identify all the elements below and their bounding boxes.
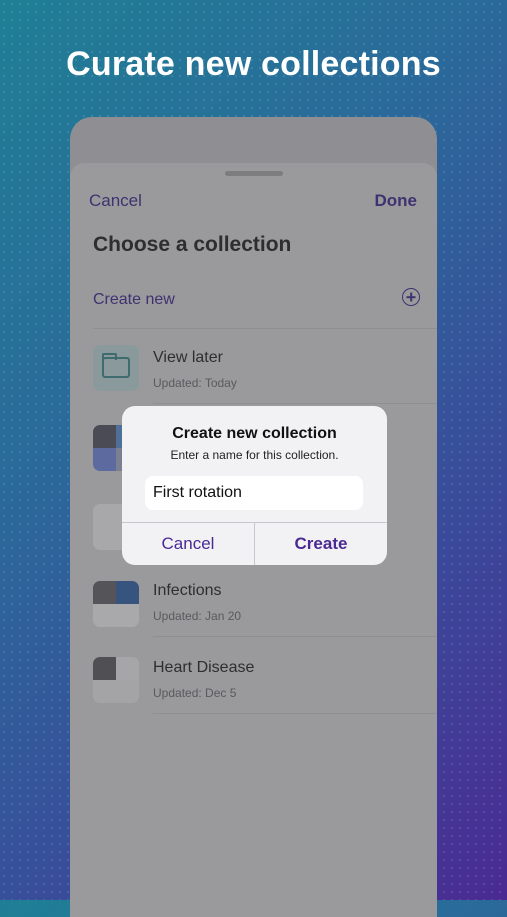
folder-icon xyxy=(102,353,130,378)
divider xyxy=(93,328,437,329)
create-new-button[interactable]: Create new xyxy=(93,291,175,309)
collection-updated: Updated: Dec 5 xyxy=(153,686,237,700)
dialog-cancel-button[interactable]: Cancel xyxy=(122,523,254,565)
sheet-title: Choose a collection xyxy=(93,233,292,256)
sheet-cancel-button[interactable]: Cancel xyxy=(89,191,142,211)
create-collection-dialog: Create new collection Enter a name for t… xyxy=(122,406,387,565)
collection-name[interactable]: View later xyxy=(153,349,223,367)
collection-thumbnail[interactable] xyxy=(93,657,139,703)
collection-updated: Updated: Today xyxy=(153,376,237,390)
collection-name[interactable]: Heart Disease xyxy=(153,659,254,677)
divider xyxy=(153,713,437,714)
dialog-title: Create new collection xyxy=(172,425,337,442)
dialog-message: Enter a name for this collection. xyxy=(170,448,339,462)
sheet-grabber[interactable] xyxy=(225,171,283,176)
divider xyxy=(153,403,437,404)
divider xyxy=(153,636,437,637)
dialog-create-button[interactable]: Create xyxy=(255,523,387,565)
collection-thumbnail[interactable] xyxy=(93,581,139,627)
collection-name-input[interactable] xyxy=(145,476,363,510)
collection-updated: Updated: Jan 20 xyxy=(153,609,242,623)
headline: Curate new collections xyxy=(66,45,441,83)
sheet-done-button[interactable]: Done xyxy=(375,191,418,211)
plus-circle-icon[interactable] xyxy=(402,288,420,306)
folder-thumbnail[interactable] xyxy=(93,345,139,391)
collection-name[interactable]: Infections xyxy=(153,582,221,600)
